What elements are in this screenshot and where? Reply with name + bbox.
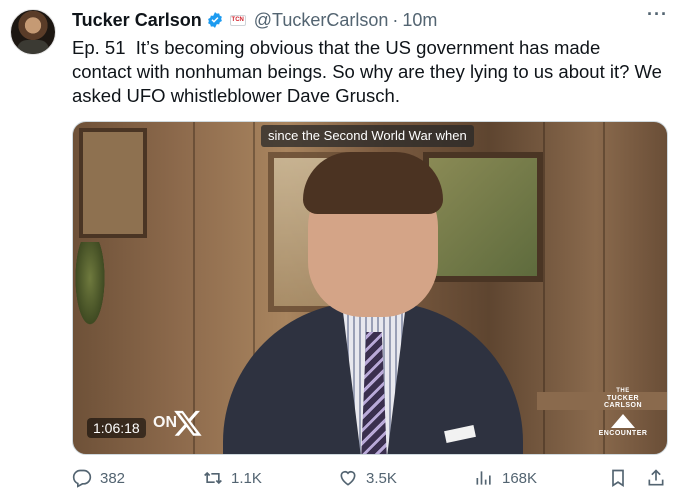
plant <box>73 242 107 332</box>
tweet-time[interactable]: 10m <box>402 10 437 31</box>
share-icon <box>648 469 664 486</box>
author-name[interactable]: Tucker Carlson <box>72 10 202 31</box>
bookmark-button[interactable] <box>608 464 628 492</box>
repost-icon <box>204 471 222 485</box>
x-logo-icon <box>174 410 202 436</box>
affiliate-badge-icon: TCN <box>229 14 246 26</box>
views-icon <box>476 471 491 485</box>
reply-icon <box>72 469 92 488</box>
reply-count: 382 <box>100 469 126 487</box>
video-player[interactable]: since the Second World War when 1:06:18 … <box>72 121 668 455</box>
more-icon[interactable]: ··· <box>647 4 668 25</box>
separator: · <box>392 9 399 30</box>
show-logo: THE TUCKER CARLSON ENCOUNTER <box>598 388 648 437</box>
video-caption: since the Second World War when <box>261 125 474 147</box>
verified-icon <box>207 12 222 28</box>
views-button[interactable]: 168K <box>474 464 537 492</box>
author-handle[interactable]: @TuckerCarlson <box>254 10 389 31</box>
share-button[interactable] <box>646 464 666 492</box>
like-count: 3.5K <box>366 469 397 487</box>
like-icon <box>340 470 356 486</box>
tweet-header: Tucker Carlson TCN @TuckerCarlson · 10m … <box>72 4 668 32</box>
repost-button[interactable]: 1.1K <box>203 464 262 492</box>
like-button[interactable]: 3.5K <box>338 464 397 492</box>
video-subject <box>223 152 523 454</box>
wall-picture <box>79 128 147 238</box>
tweet-actions: 382 1.1K 3.5K 168K <box>72 464 672 492</box>
tweet-text: Ep. 51 It’s becoming obvious that the US… <box>72 37 668 106</box>
avatar[interactable] <box>10 9 56 55</box>
reply-button[interactable]: 382 <box>72 464 125 492</box>
repost-count: 1.1K <box>231 469 262 487</box>
bookmark-icon <box>612 469 624 488</box>
video-timestamp: 1:06:18 <box>87 418 146 438</box>
view-count: 168K <box>502 469 538 487</box>
